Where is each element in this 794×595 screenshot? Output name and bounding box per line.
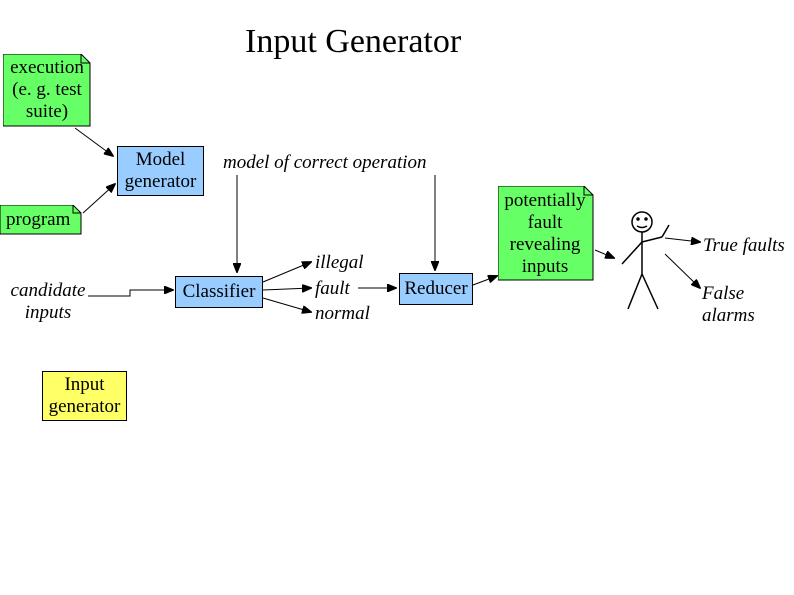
arrows-layer <box>0 0 794 595</box>
